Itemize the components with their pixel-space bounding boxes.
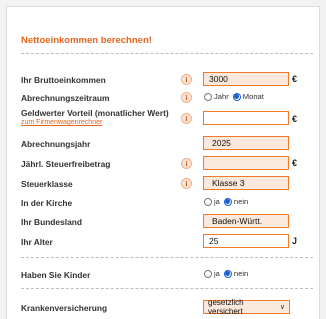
alter-input[interactable]: 25 (203, 234, 289, 248)
info-icon[interactable]: i (181, 74, 192, 85)
kinder-radio-group: ja nein (204, 269, 252, 278)
radio-label: ja (214, 197, 220, 206)
brutto-unit: € (292, 74, 298, 84)
info-icon[interactable]: i (181, 178, 192, 189)
calculator-panel: Nettoeinkommen berechnen! Ihr Bruttoeink… (6, 6, 320, 319)
radio-label: nein (233, 197, 249, 206)
steuerklasse-label: Steuerklasse (21, 179, 73, 189)
firmenwagenrechner-link[interactable]: zum Firmenwagenrechner (21, 119, 102, 126)
zeitraum-label: Abrechnungszeitraum (21, 93, 110, 103)
steuerklasse-select[interactable]: Klasse 3 (203, 176, 289, 190)
radio-off-icon (204, 92, 212, 101)
zeitraum-option-jahr[interactable]: Jahr (204, 92, 229, 101)
jahr-select[interactable]: 2025 (203, 136, 289, 150)
radio-on-icon (232, 92, 241, 101)
kirche-radio-group: ja nein (204, 197, 252, 206)
freibetrag-label: Jährl. Steuerfreibetrag (21, 159, 111, 169)
radio-on-icon (223, 197, 232, 206)
divider (21, 53, 313, 54)
kv-label: Krankenversicherung (21, 303, 108, 313)
kirche-option-ja[interactable]: ja (204, 197, 220, 206)
kirche-option-nein[interactable]: nein (223, 197, 249, 206)
kinder-option-ja[interactable]: ja (204, 269, 220, 278)
info-icon[interactable]: i (181, 113, 192, 124)
divider (21, 288, 313, 289)
bundesland-select[interactable]: Baden-Württ. (203, 214, 289, 228)
info-icon[interactable]: i (181, 158, 192, 169)
radio-label: Jahr (214, 92, 229, 101)
kinder-label: Haben Sie Kinder (21, 270, 91, 280)
divider (21, 257, 313, 258)
alter-unit: J (292, 236, 298, 246)
geldwert-input[interactable] (203, 111, 289, 125)
chevron-down-icon: ∨ (279, 304, 285, 311)
radio-label: ja (214, 269, 220, 278)
brutto-label: Ihr Bruttoeinkommen (21, 75, 106, 85)
radio-off-icon (204, 269, 212, 278)
radio-label: Monat (242, 92, 264, 101)
freibetrag-input[interactable] (203, 156, 289, 170)
jahr-label: Abrechnungsjahr (21, 139, 91, 149)
radio-on-icon (223, 269, 232, 278)
zeitraum-option-monat[interactable]: Monat (232, 92, 264, 101)
bundesland-label: Ihr Bundesland (21, 217, 82, 227)
radio-off-icon (204, 197, 212, 206)
kv-select-value: gesetzlich versichert (208, 298, 244, 316)
geldwert-unit: € (292, 114, 298, 124)
kv-select[interactable]: gesetzlich versichert ∨ (203, 298, 290, 316)
brutto-input[interactable]: 3000 (203, 72, 289, 86)
zeitraum-radio-group: Jahr Monat (204, 92, 268, 101)
radio-label: nein (233, 269, 249, 278)
geldwert-label: Geldwerter Vorteil (monatlicher Wert) (21, 108, 169, 118)
freibetrag-unit: € (292, 158, 298, 168)
info-icon[interactable]: i (181, 92, 192, 103)
kinder-option-nein[interactable]: nein (223, 269, 249, 278)
alter-label: Ihr Alter (21, 237, 53, 247)
form-title: Nettoeinkommen berechnen! (21, 35, 152, 46)
kirche-label: In der Kirche (21, 198, 73, 208)
